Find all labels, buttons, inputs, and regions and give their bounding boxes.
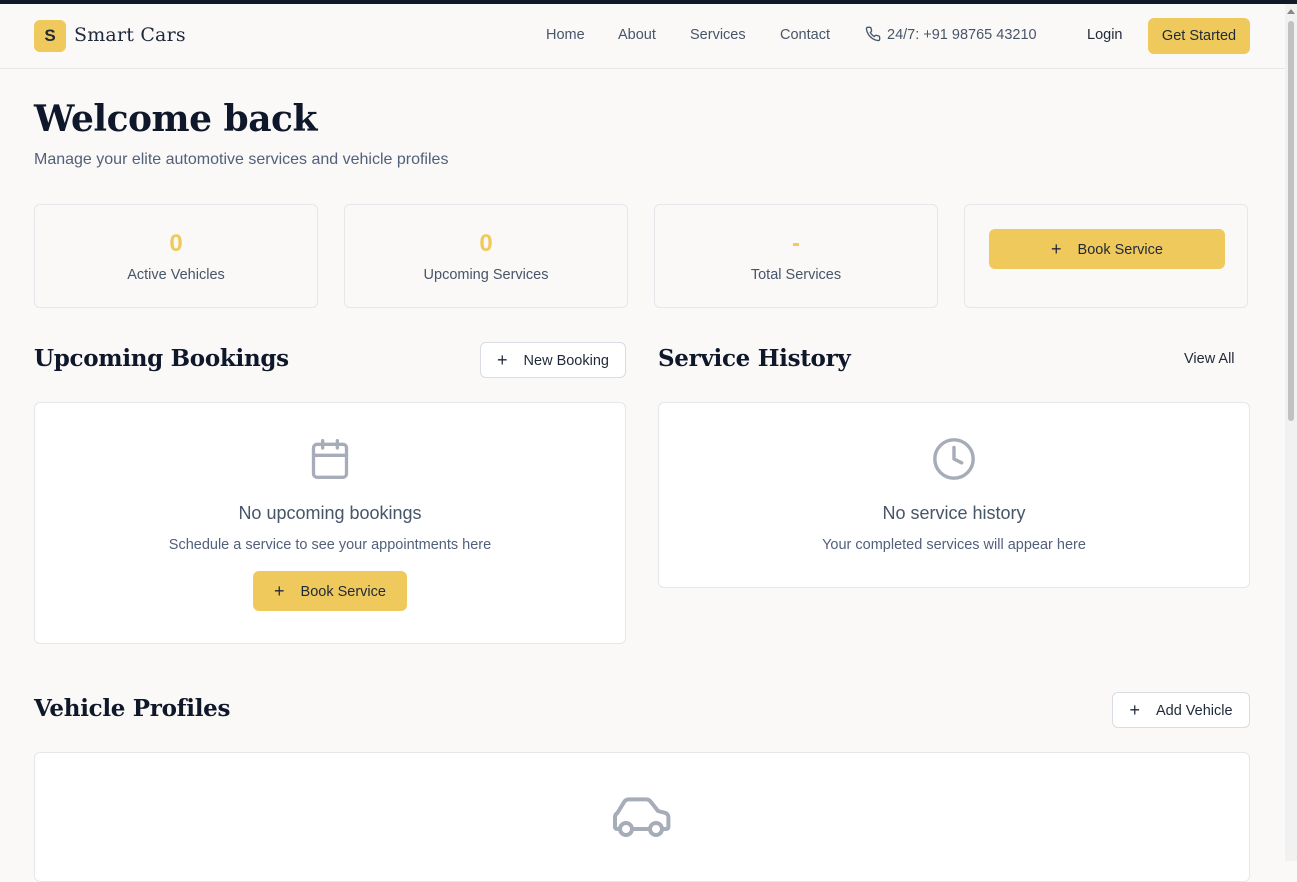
logo-badge[interactable]: S xyxy=(34,20,66,52)
button-label: New Booking xyxy=(523,353,609,369)
upcoming-bookings-card: No upcoming bookings Schedule a service … xyxy=(34,402,626,644)
empty-state-title: No upcoming bookings xyxy=(238,503,422,523)
page-scrollbar[interactable] xyxy=(1285,4,1297,861)
calendar-icon xyxy=(311,439,349,479)
scroll-up-arrow-icon[interactable] xyxy=(1287,9,1295,14)
stat-label: Total Services xyxy=(750,267,842,283)
button-label: Add Vehicle xyxy=(1155,703,1233,719)
brand-name[interactable]: Smart Cars xyxy=(74,24,186,46)
stat-card-total-services: - Total Services xyxy=(654,204,938,308)
nav-contact[interactable]: Contact xyxy=(780,27,830,43)
login-link[interactable]: Login xyxy=(1087,27,1122,43)
add-vehicle-button[interactable]: + Add Vehicle xyxy=(1112,692,1250,728)
stat-value: 0 xyxy=(479,230,493,257)
empty-state-title: No service history xyxy=(882,503,1026,523)
page-title: Welcome back xyxy=(34,98,317,140)
page-subtitle: Manage your elite automotive services an… xyxy=(34,151,449,168)
vehicle-profiles-heading: Vehicle Profiles xyxy=(34,695,231,722)
stat-label: Active Vehicles xyxy=(127,267,225,283)
phone-link[interactable]: 24/7: +91 98765 43210 xyxy=(865,26,1037,43)
nav-home[interactable]: Home xyxy=(546,27,585,43)
button-label: Book Service xyxy=(1077,242,1163,258)
plus-icon: + xyxy=(1129,700,1140,720)
scroll-thumb[interactable] xyxy=(1288,21,1294,421)
quick-action-card: + Book Service xyxy=(964,204,1248,308)
clock-icon xyxy=(933,438,975,480)
book-service-button[interactable]: + Book Service xyxy=(989,229,1225,269)
service-history-heading: Service History xyxy=(658,345,851,372)
vehicle-profiles-card xyxy=(34,752,1250,882)
service-history-card: No service history Your completed servic… xyxy=(658,402,1250,588)
phone-icon xyxy=(865,26,881,42)
nav-services[interactable]: Services xyxy=(690,27,746,43)
plus-icon: + xyxy=(274,581,285,601)
stat-card-active-vehicles: 0 Active Vehicles xyxy=(34,204,318,308)
empty-state-subtitle: Your completed services will appear here xyxy=(822,537,1086,553)
site-header: S Smart Cars Home About Services Contact… xyxy=(0,4,1285,69)
stat-value: 0 xyxy=(169,230,183,257)
view-all-link[interactable]: View All xyxy=(1184,351,1235,367)
upcoming-bookings-heading: Upcoming Bookings xyxy=(34,345,289,372)
plus-icon: + xyxy=(497,350,508,370)
stat-value: - xyxy=(792,230,800,257)
stat-card-upcoming-services: 0 Upcoming Services xyxy=(344,204,628,308)
phone-number: 24/7: +91 98765 43210 xyxy=(887,27,1037,43)
get-started-button[interactable]: Get Started xyxy=(1148,18,1250,54)
nav-about[interactable]: About xyxy=(618,27,656,43)
stat-label: Upcoming Services xyxy=(423,267,549,283)
book-service-button[interactable]: + Book Service xyxy=(253,571,407,611)
plus-icon: + xyxy=(1051,239,1062,259)
empty-state-subtitle: Schedule a service to see your appointme… xyxy=(168,537,492,553)
new-booking-button[interactable]: + New Booking xyxy=(480,342,626,378)
car-icon xyxy=(613,797,671,837)
button-label: Book Service xyxy=(300,584,386,600)
